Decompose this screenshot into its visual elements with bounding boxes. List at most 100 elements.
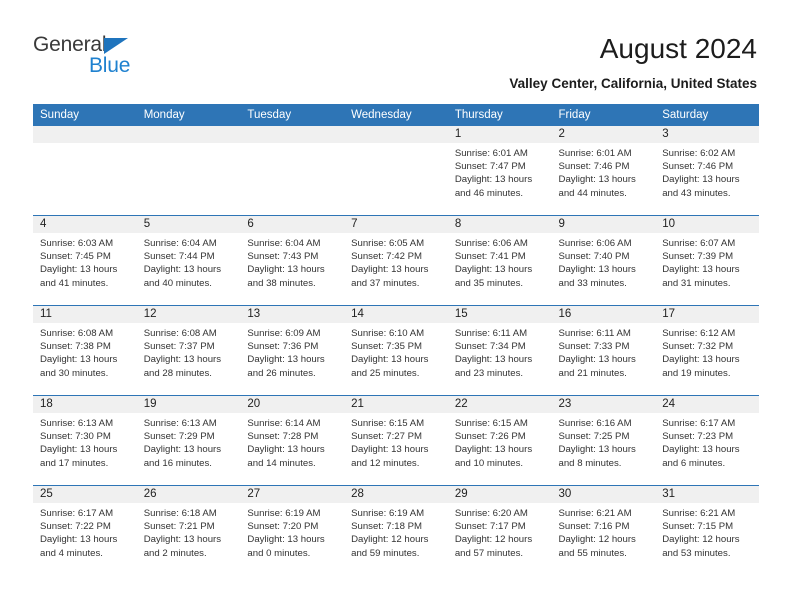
daylight-text-line2: and 59 minutes. (351, 547, 420, 559)
sunrise-text: Sunrise: 6:20 AM (454, 508, 528, 519)
day-details: Sunrise: 6:01 AM Sunset: 7:46 PM Daylight:… (552, 143, 656, 200)
calendar-day-cell[interactable]: 1 Sunrise: 6:01 AM Sunset: 7:47 PM Daylight… (447, 126, 552, 216)
day-number: 15 (447, 306, 552, 323)
sunset-text: Sunset: 7:44 PM (143, 251, 215, 263)
sunrise-text: Sunrise: 6:06 AM (454, 238, 528, 249)
daylight-text-line1: Daylight: 13 hours (454, 264, 533, 276)
calendar-day-cell[interactable]: 30 Sunrise: 6:21 AM Sunset: 7:16 PM Dayligh… (551, 485, 656, 575)
calendar-day-cell[interactable]: 4 Sunrise: 6:03 AM Sunset: 7:45 PM Daylight… (33, 215, 137, 306)
day-number (344, 126, 448, 143)
day-number: 23 (551, 396, 656, 413)
calendar-page: General Blue August 2024 Valley Center, … (0, 0, 792, 612)
calendar-day-cell[interactable]: 20 Sunrise: 6:14 AM Sunset: 7:28 PM Dayligh… (240, 395, 345, 486)
daylight-text-line2: and 4 minutes. (40, 547, 103, 559)
calendar-day-cell[interactable]: 24 Sunrise: 6:17 AM Sunset: 7:23 PM Dayligh… (655, 395, 759, 486)
calendar-week-row: 1 Sunrise: 6:01 AM Sunset: 7:47 PM Daylight… (33, 126, 759, 216)
logo[interactable]: General Blue (33, 33, 213, 79)
calendar-day-cell[interactable]: 14 Sunrise: 6:10 AM Sunset: 7:35 PM Dayligh… (344, 305, 448, 396)
daylight-text-line1: Daylight: 13 hours (662, 264, 740, 276)
sunset-text: Sunset: 7:25 PM (558, 431, 630, 443)
calendar-day-cell[interactable]: 17 Sunrise: 6:12 AM Sunset: 7:32 PM Dayligh… (655, 305, 759, 396)
day-cell-inner: 3 Sunrise: 6:02 AM Sunset: 7:46 PM Daylight… (655, 126, 759, 215)
day-cell-inner: 26 Sunrise: 6:18 AM Sunset: 7:21 PM Dayligh… (136, 486, 241, 575)
sunset-text: Sunset: 7:20 PM (247, 521, 319, 533)
calendar-day-cell[interactable]: 5 Sunrise: 6:04 AM Sunset: 7:44 PM Daylight… (136, 215, 241, 306)
calendar-body: 1 Sunrise: 6:01 AM Sunset: 7:47 PM Daylight… (33, 126, 759, 575)
calendar-day-cell[interactable]: 16 Sunrise: 6:11 AM Sunset: 7:33 PM Dayligh… (551, 305, 656, 396)
day-cell-inner: 9 Sunrise: 6:06 AM Sunset: 7:40 PM Daylight… (551, 216, 656, 305)
sunrise-text: Sunrise: 6:15 AM (454, 418, 528, 429)
day-number: 12 (136, 306, 241, 323)
daylight-text-line1: Daylight: 13 hours (143, 354, 222, 366)
calendar-week-row: 18 Sunrise: 6:13 AM Sunset: 7:30 PM Dayligh… (33, 395, 759, 486)
sunrise-text: Sunrise: 6:15 AM (351, 418, 425, 429)
day-details: Sunrise: 6:13 AM Sunset: 7:30 PM Daylight:… (33, 413, 137, 470)
sunrise-text: Sunrise: 6:08 AM (40, 328, 114, 339)
daylight-text-line1: Daylight: 13 hours (662, 174, 740, 186)
day-number: 29 (447, 486, 552, 503)
day-details: Sunrise: 6:08 AM Sunset: 7:38 PM Daylight:… (33, 323, 137, 380)
calendar-day-cell[interactable]: 28 Sunrise: 6:19 AM Sunset: 7:18 PM Dayligh… (344, 485, 448, 575)
sunset-text: Sunset: 7:41 PM (454, 251, 526, 263)
daylight-text-line2: and 31 minutes. (662, 277, 731, 289)
calendar-day-cell[interactable]: 2 Sunrise: 6:01 AM Sunset: 7:46 PM Daylight… (551, 126, 656, 216)
daylight-text-line1: Daylight: 13 hours (454, 174, 533, 186)
day-cell-inner (33, 126, 137, 215)
calendar-day-cell[interactable]: 7 Sunrise: 6:05 AM Sunset: 7:42 PM Daylight… (344, 215, 448, 306)
daylight-text-line1: Daylight: 13 hours (40, 534, 118, 546)
calendar-day-cell[interactable]: 26 Sunrise: 6:18 AM Sunset: 7:21 PM Dayligh… (136, 485, 241, 575)
calendar-day-cell[interactable]: 27 Sunrise: 6:19 AM Sunset: 7:20 PM Dayligh… (240, 485, 345, 575)
daylight-text-line1: Daylight: 13 hours (351, 444, 429, 456)
daylight-text-line1: Daylight: 13 hours (351, 264, 429, 276)
calendar-day-cell[interactable]: 25 Sunrise: 6:17 AM Sunset: 7:22 PM Dayligh… (33, 485, 137, 575)
day-number: 7 (344, 216, 448, 233)
day-details: Sunrise: 6:20 AM Sunset: 7:17 PM Daylight:… (448, 503, 552, 560)
calendar-day-cell[interactable]: 6 Sunrise: 6:04 AM Sunset: 7:43 PM Daylight… (240, 215, 345, 306)
day-details: Sunrise: 6:04 AM Sunset: 7:44 PM Daylight:… (137, 233, 241, 290)
calendar-day-cell[interactable]: 18 Sunrise: 6:13 AM Sunset: 7:30 PM Dayligh… (33, 395, 137, 486)
daylight-text-line2: and 12 minutes. (351, 457, 420, 469)
day-details: Sunrise: 6:21 AM Sunset: 7:15 PM Daylight:… (655, 503, 759, 560)
daylight-text-line1: Daylight: 12 hours (351, 534, 429, 546)
day-cell-inner: 5 Sunrise: 6:04 AM Sunset: 7:44 PM Daylight… (136, 216, 241, 305)
day-cell-inner: 31 Sunrise: 6:21 AM Sunset: 7:15 PM Dayligh… (655, 486, 759, 575)
calendar-day-cell[interactable]: 9 Sunrise: 6:06 AM Sunset: 7:40 PM Daylight… (551, 215, 656, 306)
calendar-day-cell[interactable]: 8 Sunrise: 6:06 AM Sunset: 7:41 PM Daylight… (447, 215, 552, 306)
sunrise-text: Sunrise: 6:19 AM (351, 508, 425, 519)
weekday-header-sunday: Sunday (33, 104, 137, 126)
day-cell-inner: 23 Sunrise: 6:16 AM Sunset: 7:25 PM Dayligh… (551, 396, 656, 485)
day-cell-inner: 7 Sunrise: 6:05 AM Sunset: 7:42 PM Daylight… (344, 216, 448, 305)
day-number: 28 (344, 486, 448, 503)
daylight-text-line1: Daylight: 12 hours (662, 534, 740, 546)
calendar-week-row: 11 Sunrise: 6:08 AM Sunset: 7:38 PM Dayligh… (33, 305, 759, 396)
calendar-day-cell[interactable]: 29 Sunrise: 6:20 AM Sunset: 7:17 PM Dayligh… (447, 485, 552, 575)
day-cell-inner: 28 Sunrise: 6:19 AM Sunset: 7:18 PM Dayligh… (344, 486, 448, 575)
weekday-header-row: Sunday Monday Tuesday Wednesday Thursday… (33, 104, 759, 126)
daylight-text-line1: Daylight: 13 hours (662, 354, 740, 366)
calendar-day-cell[interactable]: 31 Sunrise: 6:21 AM Sunset: 7:15 PM Dayligh… (655, 485, 759, 575)
day-details: Sunrise: 6:07 AM Sunset: 7:39 PM Daylight:… (655, 233, 759, 290)
calendar-day-cell[interactable]: 19 Sunrise: 6:13 AM Sunset: 7:29 PM Dayligh… (136, 395, 241, 486)
calendar-day-cell[interactable]: 12 Sunrise: 6:08 AM Sunset: 7:37 PM Dayligh… (136, 305, 241, 396)
calendar-day-cell[interactable]: 10 Sunrise: 6:07 AM Sunset: 7:39 PM Dayligh… (655, 215, 759, 306)
day-number: 4 (33, 216, 137, 233)
calendar-day-cell[interactable]: 22 Sunrise: 6:15 AM Sunset: 7:26 PM Dayligh… (447, 395, 552, 486)
daylight-text-line1: Daylight: 13 hours (40, 354, 118, 366)
daylight-text-line2: and 6 minutes. (662, 457, 726, 469)
day-number: 19 (136, 396, 241, 413)
calendar-day-cell[interactable]: 15 Sunrise: 6:11 AM Sunset: 7:34 PM Dayligh… (447, 305, 552, 396)
calendar-day-cell[interactable]: 13 Sunrise: 6:09 AM Sunset: 7:36 PM Dayligh… (240, 305, 345, 396)
sunrise-text: Sunrise: 6:11 AM (454, 328, 528, 339)
day-number: 26 (136, 486, 241, 503)
calendar-day-cell[interactable]: 23 Sunrise: 6:16 AM Sunset: 7:25 PM Dayligh… (551, 395, 656, 486)
daylight-text-line1: Daylight: 13 hours (558, 354, 636, 366)
day-cell-inner: 12 Sunrise: 6:08 AM Sunset: 7:37 PM Dayligh… (136, 306, 241, 395)
calendar-day-cell[interactable]: 21 Sunrise: 6:15 AM Sunset: 7:27 PM Dayligh… (344, 395, 448, 486)
day-cell-inner: 25 Sunrise: 6:17 AM Sunset: 7:22 PM Dayligh… (33, 486, 137, 575)
calendar-day-cell[interactable]: 11 Sunrise: 6:08 AM Sunset: 7:38 PM Dayligh… (33, 305, 137, 396)
day-details: Sunrise: 6:01 AM Sunset: 7:47 PM Daylight:… (448, 143, 552, 200)
day-number: 11 (33, 306, 137, 323)
day-number: 10 (655, 216, 759, 233)
calendar-day-cell[interactable]: 3 Sunrise: 6:02 AM Sunset: 7:46 PM Daylight… (655, 126, 759, 216)
sunrise-text: Sunrise: 6:11 AM (558, 328, 631, 339)
